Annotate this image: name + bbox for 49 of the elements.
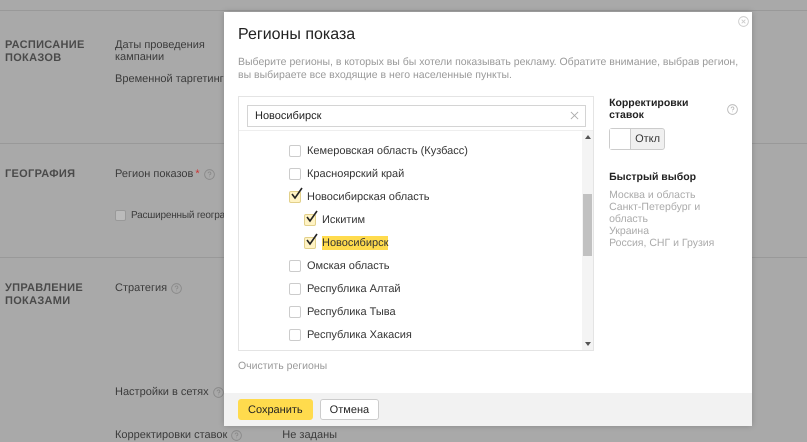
checkbox[interactable] bbox=[289, 168, 301, 180]
required-mark: * bbox=[195, 168, 200, 180]
checkbox-label: Расширенный геогра bbox=[131, 210, 225, 222]
checkbox[interactable] bbox=[289, 260, 301, 272]
region-label[interactable]: Республика Тыва bbox=[307, 304, 396, 318]
region-label[interactable]: Республика Хакасия bbox=[307, 328, 412, 342]
scroll-up-icon[interactable] bbox=[584, 135, 591, 139]
dialog-description: Выберите регионы, в которых вы бы хотели показывать рекламу. Обратите внимание, выбрав регион, вы выбираете все входящие в него населенные пункты. bbox=[238, 56, 740, 82]
checkbox[interactable] bbox=[289, 282, 301, 294]
scrollbar[interactable] bbox=[582, 131, 594, 350]
region-label[interactable]: Республика Алтай bbox=[307, 282, 401, 296]
bid-adjustments-title: Корректировки ставок bbox=[609, 97, 690, 121]
section-title: ГЕОГРАФИЯ bbox=[5, 168, 76, 182]
field-value: Не заданы bbox=[282, 429, 338, 441]
field-label: Регион показов bbox=[115, 168, 194, 180]
checkbox[interactable] bbox=[289, 144, 301, 156]
checkbox[interactable] bbox=[115, 210, 126, 221]
checkbox[interactable] bbox=[289, 328, 301, 340]
field-label: Настройки в сетях bbox=[115, 386, 209, 398]
scrollbar-thumb[interactable] bbox=[583, 194, 592, 256]
help-icon[interactable] bbox=[171, 283, 182, 294]
save-button[interactable]: Сохранить bbox=[238, 399, 313, 420]
help-icon[interactable] bbox=[204, 169, 215, 180]
field-label: Временной таргетинг bbox=[115, 73, 224, 85]
field-label: Корректировки ставок bbox=[115, 429, 228, 441]
section-title: УПРАВЛЕНИЕ ПОКАЗАМИ bbox=[5, 282, 84, 309]
cancel-button[interactable]: Отмена bbox=[320, 399, 380, 420]
region-label[interactable]: Новосибирская область bbox=[307, 190, 430, 204]
close-icon[interactable] bbox=[738, 16, 749, 27]
field-label: Даты проведения кампании bbox=[115, 39, 206, 63]
section-title: РАСПИСАНИЕ ПОКАЗОВ bbox=[5, 39, 86, 66]
checkbox[interactable] bbox=[289, 190, 301, 202]
region-label[interactable]: Искитим bbox=[322, 212, 366, 226]
help-icon[interactable] bbox=[231, 430, 242, 441]
region-label[interactable]: Кемеровская область (Кузбасс) bbox=[307, 144, 468, 158]
region-label[interactable]: Омская область bbox=[307, 258, 390, 272]
region-label[interactable]: Красноярский край bbox=[307, 166, 404, 180]
checkbox[interactable] bbox=[304, 236, 316, 248]
checkbox[interactable] bbox=[304, 214, 316, 226]
help-icon[interactable] bbox=[727, 104, 738, 115]
toggle-switch[interactable]: Откл bbox=[609, 128, 666, 150]
checkbox[interactable] bbox=[289, 306, 301, 318]
dialog-title: Регионы показа bbox=[238, 26, 356, 44]
quick-select-title: Быстрый выбор bbox=[609, 171, 698, 183]
clear-icon[interactable] bbox=[570, 111, 580, 120]
search-field[interactable]: Новосибирск bbox=[247, 105, 586, 127]
help-icon[interactable] bbox=[212, 387, 224, 398]
scroll-down-icon[interactable] bbox=[584, 342, 591, 346]
field-label: Стратегия bbox=[115, 282, 168, 294]
